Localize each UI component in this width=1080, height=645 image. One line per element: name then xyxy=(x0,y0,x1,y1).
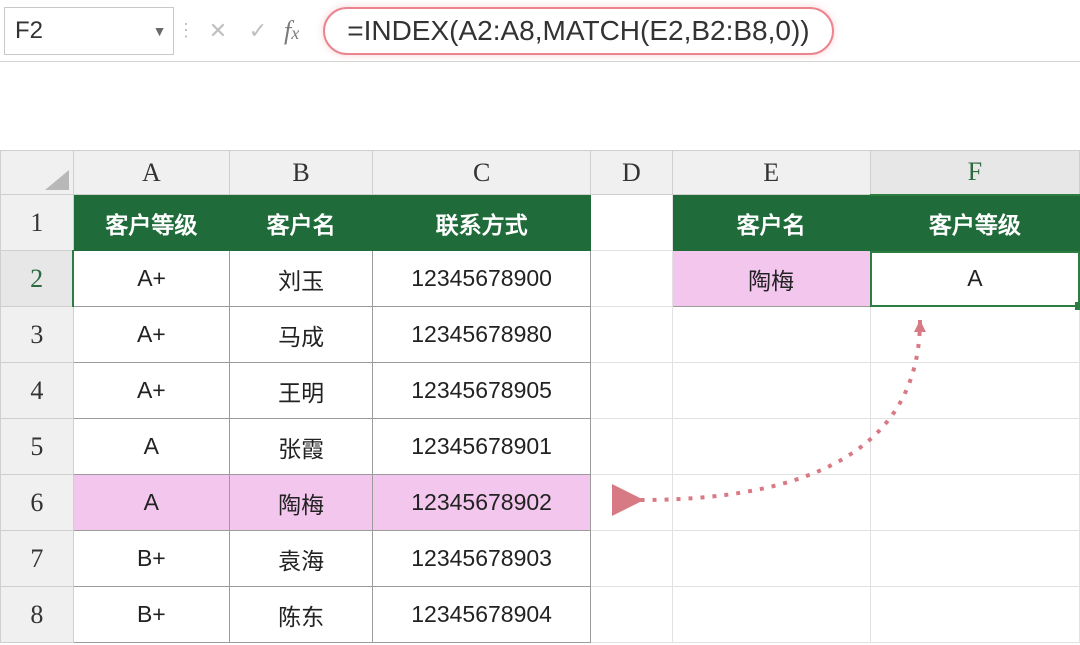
cell-B8[interactable]: 陈东 xyxy=(230,587,373,643)
col-header-E[interactable]: E xyxy=(672,151,870,195)
cell-D7[interactable] xyxy=(591,531,672,587)
select-all-corner[interactable] xyxy=(1,151,74,195)
cell-D2[interactable] xyxy=(591,251,672,307)
col-header-B[interactable]: B xyxy=(230,151,373,195)
row-7: 7 B+ 袁海 12345678903 xyxy=(1,531,1080,587)
cell-A8[interactable]: B+ xyxy=(73,587,229,643)
cell-A6[interactable]: A xyxy=(73,475,229,531)
cell-F6[interactable] xyxy=(870,475,1079,531)
row-header-7[interactable]: 7 xyxy=(1,531,74,587)
cell-F7[interactable] xyxy=(870,531,1079,587)
header-lookup-level[interactable]: 客户等级 xyxy=(870,195,1079,251)
row-5: 5 A 张霞 12345678901 xyxy=(1,419,1080,475)
cell-A4[interactable]: A+ xyxy=(73,363,229,419)
cell-E4[interactable] xyxy=(672,363,870,419)
formula-bar: F2 ▼ ⋮ ✕ ✓ fx =INDEX(A2:A8,MATCH(E2,B2:B… xyxy=(0,0,1080,62)
cell-B4[interactable]: 王明 xyxy=(230,363,373,419)
cancel-icon[interactable]: ✕ xyxy=(198,0,238,61)
cell-F2-lookup-result[interactable]: A xyxy=(870,251,1079,307)
cell-D4[interactable] xyxy=(591,363,672,419)
row-header-6[interactable]: 6 xyxy=(1,475,74,531)
cell-A7[interactable]: B+ xyxy=(73,531,229,587)
row-6: 6 A 陶梅 12345678902 xyxy=(1,475,1080,531)
header-contact[interactable]: 联系方式 xyxy=(373,195,591,251)
cell-D1[interactable] xyxy=(591,195,672,251)
col-header-D[interactable]: D xyxy=(591,151,672,195)
row-header-5[interactable]: 5 xyxy=(1,419,74,475)
cell-E8[interactable] xyxy=(672,587,870,643)
name-box[interactable]: F2 ▼ xyxy=(4,7,174,55)
spreadsheet-grid[interactable]: A B C D E F 1 客户等级 客户名 联系方式 客户名 客户等级 2 A… xyxy=(0,150,1080,643)
row-header-8[interactable]: 8 xyxy=(1,587,74,643)
row-header-2[interactable]: 2 xyxy=(1,251,74,307)
confirm-icon[interactable]: ✓ xyxy=(238,0,278,61)
row-header-4[interactable]: 4 xyxy=(1,363,74,419)
cell-D5[interactable] xyxy=(591,419,672,475)
cell-D6[interactable] xyxy=(591,475,672,531)
row-4: 4 A+ 王明 12345678905 xyxy=(1,363,1080,419)
cell-E5[interactable] xyxy=(672,419,870,475)
cell-A3[interactable]: A+ xyxy=(73,307,229,363)
cell-C8[interactable]: 12345678904 xyxy=(373,587,591,643)
cell-B6[interactable]: 陶梅 xyxy=(230,475,373,531)
header-lookup-name[interactable]: 客户名 xyxy=(672,195,870,251)
formula-text[interactable]: =INDEX(A2:A8,MATCH(E2,B2:B8,0)) xyxy=(347,15,809,46)
cell-F5[interactable] xyxy=(870,419,1079,475)
cell-E7[interactable] xyxy=(672,531,870,587)
cell-B7[interactable]: 袁海 xyxy=(230,531,373,587)
fx-icon[interactable]: fx xyxy=(278,16,305,46)
cell-B5[interactable]: 张霞 xyxy=(230,419,373,475)
column-header-row: A B C D E F xyxy=(1,151,1080,195)
cell-F4[interactable] xyxy=(870,363,1079,419)
cell-C6[interactable]: 12345678902 xyxy=(373,475,591,531)
header-customer-level[interactable]: 客户等级 xyxy=(73,195,229,251)
cell-A2[interactable]: A+ xyxy=(73,251,229,307)
cell-B2[interactable]: 刘玉 xyxy=(230,251,373,307)
cell-F3[interactable] xyxy=(870,307,1079,363)
row-8: 8 B+ 陈东 12345678904 xyxy=(1,587,1080,643)
col-header-A[interactable]: A xyxy=(73,151,229,195)
cell-B3[interactable]: 马成 xyxy=(230,307,373,363)
cell-E3[interactable] xyxy=(672,307,870,363)
cell-E2-lookup-name[interactable]: 陶梅 xyxy=(672,251,870,307)
cell-E6[interactable] xyxy=(672,475,870,531)
col-header-C[interactable]: C xyxy=(373,151,591,195)
cell-C2[interactable]: 12345678900 xyxy=(373,251,591,307)
formula-highlight: =INDEX(A2:A8,MATCH(E2,B2:B8,0)) xyxy=(323,7,833,55)
cell-C4[interactable]: 12345678905 xyxy=(373,363,591,419)
name-box-dropdown-icon[interactable]: ▼ xyxy=(145,8,173,54)
cell-C5[interactable]: 12345678901 xyxy=(373,419,591,475)
cell-C7[interactable]: 12345678903 xyxy=(373,531,591,587)
header-customer-name[interactable]: 客户名 xyxy=(230,195,373,251)
cell-D8[interactable] xyxy=(591,587,672,643)
col-header-F[interactable]: F xyxy=(870,151,1079,195)
cell-F8[interactable] xyxy=(870,587,1079,643)
row-header-1[interactable]: 1 xyxy=(1,195,74,251)
row-3: 3 A+ 马成 12345678980 xyxy=(1,307,1080,363)
formula-bar-separator-icon: ⋮ xyxy=(174,0,198,61)
row-header-3[interactable]: 3 xyxy=(1,307,74,363)
row-2: 2 A+ 刘玉 12345678900 陶梅 A xyxy=(1,251,1080,307)
cell-A5[interactable]: A xyxy=(73,419,229,475)
cell-C3[interactable]: 12345678980 xyxy=(373,307,591,363)
name-box-value: F2 xyxy=(5,17,145,45)
cell-D3[interactable] xyxy=(591,307,672,363)
row-1: 1 客户等级 客户名 联系方式 客户名 客户等级 xyxy=(1,195,1080,251)
